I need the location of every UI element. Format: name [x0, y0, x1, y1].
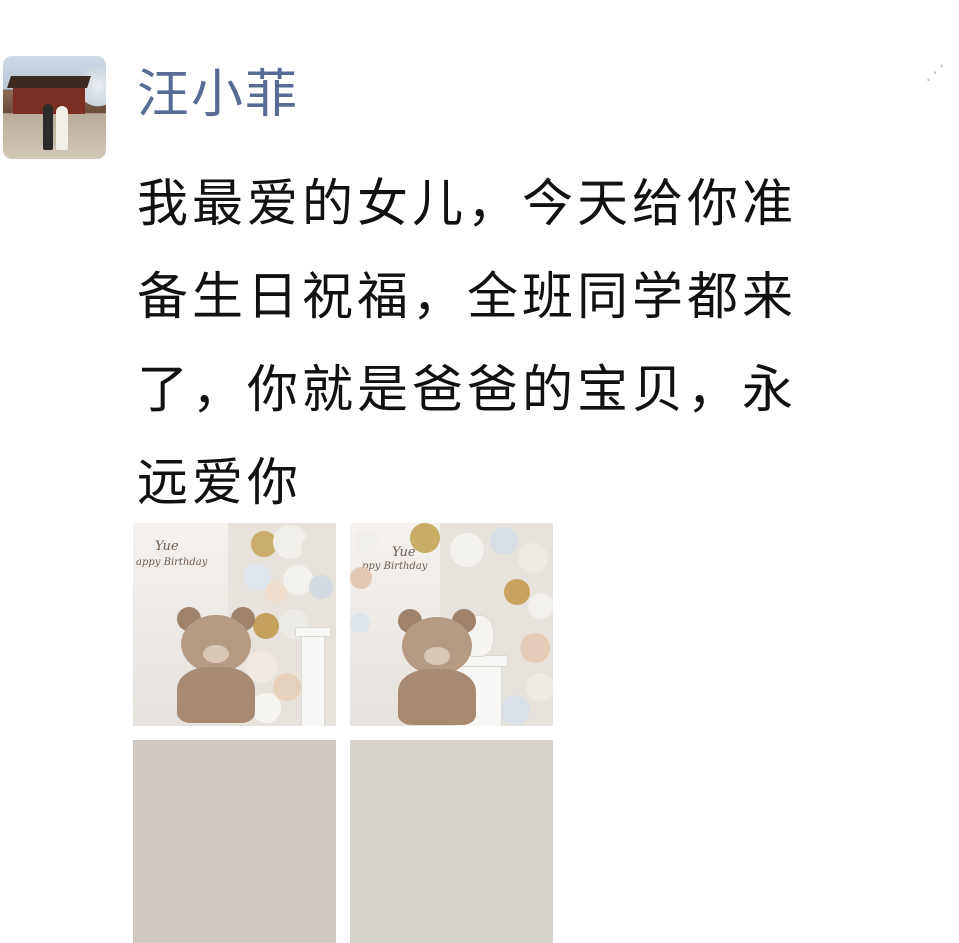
balloon	[350, 567, 372, 589]
balloon	[283, 565, 313, 595]
balloon	[490, 527, 518, 555]
balloon	[350, 613, 370, 633]
photo-thumbnail[interactable]	[133, 740, 336, 943]
avatar[interactable]	[3, 56, 106, 159]
post-text-line: 备生日祝福，全班同学都来	[137, 268, 798, 327]
bear-body	[177, 667, 255, 723]
photo-thumbnail[interactable]: Yue appy Birthday	[133, 523, 336, 726]
post-text-line: 了，你就是爸爸的宝贝，永	[137, 361, 798, 420]
bear-head	[402, 617, 472, 675]
balloon	[518, 543, 548, 573]
post-text: 我最爱的女儿，今天给你准 备生日祝福，全班同学都来 了，你就是爸爸的宝贝，永 远…	[137, 158, 937, 530]
balloon	[528, 593, 553, 619]
photo-script-text: ppy Birthday	[362, 561, 428, 572]
username[interactable]: 汪小菲	[137, 60, 299, 130]
bear-body	[398, 669, 476, 725]
photo-thumbnail[interactable]	[350, 740, 553, 943]
balloon	[309, 575, 333, 599]
post-text-line: 我最爱的女儿，今天给你准	[137, 175, 798, 234]
photo-grid: Yue appy Birthday Yue ppy Birthday	[133, 523, 563, 943]
balloon	[450, 533, 484, 567]
teddy-bear	[173, 607, 259, 723]
more-icon: ⋰	[925, 60, 945, 84]
photo-script-text: appy Birthday	[136, 557, 208, 568]
balloon	[273, 673, 301, 701]
balloon	[410, 523, 440, 553]
bear-head	[181, 615, 251, 673]
photo-script-name: Yue	[392, 545, 416, 560]
avatar-person	[43, 104, 53, 150]
bear-snout	[424, 647, 450, 665]
post-text-line: 远爱你	[137, 454, 303, 513]
balloon	[504, 579, 530, 605]
pedestal-top	[295, 627, 331, 637]
moments-post: 汪小菲 ⋰ 我最爱的女儿，今天给你准 备生日祝福，全班同学都来 了，你就是爸爸的…	[0, 0, 959, 943]
avatar-roof	[7, 76, 91, 88]
teddy-bear	[394, 609, 480, 725]
balloon	[354, 529, 378, 553]
photo-thumbnail[interactable]: Yue ppy Birthday	[350, 523, 553, 726]
photo-script-name: Yue	[155, 539, 179, 554]
bear-snout	[203, 645, 229, 663]
avatar-tree	[83, 66, 106, 116]
pedestal	[301, 633, 325, 726]
balloon	[301, 533, 331, 563]
balloon	[520, 633, 550, 663]
balloon	[500, 695, 530, 725]
avatar-person	[56, 106, 68, 150]
balloon	[526, 673, 553, 701]
